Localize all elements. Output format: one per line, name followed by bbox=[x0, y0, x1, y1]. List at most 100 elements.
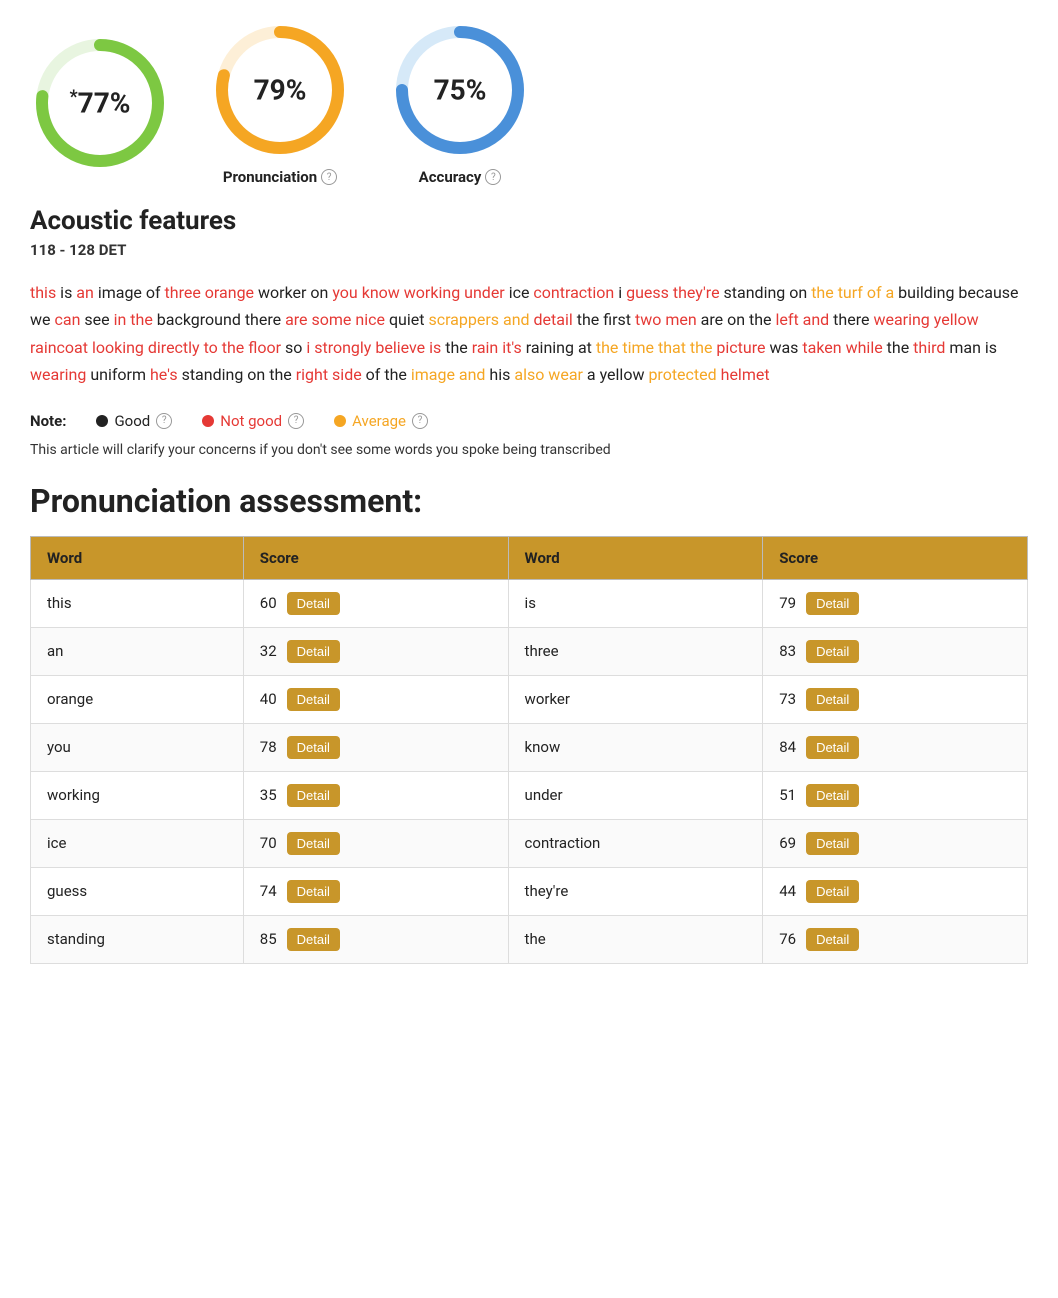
score-cell: 78 Detail bbox=[243, 723, 508, 771]
transcript-word: so bbox=[281, 338, 306, 357]
score-cell: 32 Detail bbox=[243, 627, 508, 675]
pronunciation-label: Pronunciation ? bbox=[223, 168, 337, 186]
transcript-word: a yellow bbox=[583, 365, 649, 384]
table-row: standing 85 Detail the 76 Detail bbox=[31, 915, 1028, 963]
score-value: 85 bbox=[260, 930, 277, 948]
transcript-word: also wear bbox=[514, 365, 583, 384]
transcript-word: the bbox=[441, 338, 471, 357]
word-cell: orange bbox=[31, 675, 244, 723]
transcript-text: this is an image of three orange worker … bbox=[30, 279, 1028, 388]
word-cell: know bbox=[508, 723, 763, 771]
score-value: 60 bbox=[260, 594, 277, 612]
average-info-icon[interactable]: ? bbox=[412, 413, 428, 429]
transcript-word: is bbox=[429, 338, 441, 357]
not-good-dot bbox=[202, 415, 214, 427]
col-score1: Score bbox=[243, 536, 508, 579]
detail-button[interactable]: Detail bbox=[287, 832, 340, 855]
detail-button[interactable]: Detail bbox=[287, 688, 340, 711]
score-value: 79 bbox=[779, 594, 796, 612]
pronunciation-info-icon[interactable]: ? bbox=[321, 169, 337, 185]
transcript-word: quiet bbox=[385, 310, 428, 329]
detail-button[interactable]: Detail bbox=[287, 736, 340, 759]
transcript-word: i bbox=[614, 283, 626, 302]
detail-button[interactable]: Detail bbox=[806, 832, 859, 855]
transcript-word: was bbox=[765, 338, 802, 357]
transcript-word: detail bbox=[534, 310, 573, 329]
col-word2: Word bbox=[508, 536, 763, 579]
transcript-word: orange bbox=[205, 283, 254, 302]
pronunciation-table: Word Score Word Score this 60 Detail is … bbox=[30, 536, 1028, 964]
score-value: 69 bbox=[779, 834, 796, 852]
not-good-info-icon[interactable]: ? bbox=[288, 413, 304, 429]
transcript-word: side bbox=[332, 365, 362, 384]
transcript-word: can bbox=[54, 310, 80, 329]
transcript-word: ice bbox=[505, 283, 534, 302]
score-cell: 85 Detail bbox=[243, 915, 508, 963]
detail-button[interactable]: Detail bbox=[806, 880, 859, 903]
transcript-word: left and bbox=[776, 310, 830, 329]
score-value: 83 bbox=[779, 642, 796, 660]
good-dot bbox=[96, 415, 108, 427]
score-value: 78 bbox=[260, 738, 277, 756]
table-row: an 32 Detail three 83 Detail bbox=[31, 627, 1028, 675]
detail-button[interactable]: Detail bbox=[806, 688, 859, 711]
word-cell: an bbox=[31, 627, 244, 675]
detail-button[interactable]: Detail bbox=[806, 592, 859, 615]
word-cell: they're bbox=[508, 867, 763, 915]
detail-button[interactable]: Detail bbox=[287, 592, 340, 615]
detail-button[interactable]: Detail bbox=[806, 736, 859, 759]
transcript-word: helmet bbox=[721, 365, 770, 384]
accuracy-info-icon[interactable]: ? bbox=[485, 169, 501, 185]
overall-score-container: *77% bbox=[30, 33, 170, 173]
transcript-word: rain it's bbox=[472, 338, 522, 357]
transcript-word: guess bbox=[626, 283, 669, 302]
transcript-word: worker on bbox=[254, 283, 332, 302]
detail-button[interactable]: Detail bbox=[806, 640, 859, 663]
transcript-word: uniform bbox=[86, 365, 150, 384]
score-value: 35 bbox=[260, 786, 277, 804]
word-cell: standing bbox=[31, 915, 244, 963]
transcript-word: his bbox=[485, 365, 514, 384]
score-value: 76 bbox=[779, 930, 796, 948]
pron-assessment-title: Pronunciation assessment: bbox=[30, 482, 1028, 520]
accuracy-score-value: 75% bbox=[434, 74, 487, 107]
score-cell: 73 Detail bbox=[763, 675, 1028, 723]
legend-good: Good ? bbox=[96, 412, 172, 430]
acoustic-subtitle: 118 - 128 DET bbox=[30, 241, 1028, 259]
transcript-word: picture bbox=[716, 338, 765, 357]
pronunciation-score-circle: 79% bbox=[210, 20, 350, 160]
word-cell: is bbox=[508, 579, 763, 627]
score-cell: 35 Detail bbox=[243, 771, 508, 819]
table-header-row: Word Score Word Score bbox=[31, 536, 1028, 579]
acoustic-title: Acoustic features bbox=[30, 206, 1028, 237]
detail-button[interactable]: Detail bbox=[806, 928, 859, 951]
detail-button[interactable]: Detail bbox=[287, 784, 340, 807]
accuracy-label: Accuracy ? bbox=[419, 168, 502, 186]
note-legend: Note: Good ? Not good ? Average ? bbox=[30, 412, 1028, 430]
score-cell: 69 Detail bbox=[763, 819, 1028, 867]
overall-score-circle: *77% bbox=[30, 33, 170, 173]
accuracy-score-container: 75% Accuracy ? bbox=[390, 20, 530, 186]
detail-button[interactable]: Detail bbox=[287, 640, 340, 663]
acoustic-section: Acoustic features 118 - 128 DET bbox=[30, 206, 1028, 259]
col-word1: Word bbox=[31, 536, 244, 579]
detail-button[interactable]: Detail bbox=[806, 784, 859, 807]
overall-score-value: *77% bbox=[69, 86, 130, 119]
transcript-word: he's bbox=[150, 365, 178, 384]
word-cell: the bbox=[508, 915, 763, 963]
detail-button[interactable]: Detail bbox=[287, 928, 340, 951]
word-cell: you bbox=[31, 723, 244, 771]
transcript-word: the time that the bbox=[596, 338, 713, 357]
score-cell: 60 Detail bbox=[243, 579, 508, 627]
score-cell: 76 Detail bbox=[763, 915, 1028, 963]
transcript-word: third bbox=[913, 338, 945, 357]
score-cell: 74 Detail bbox=[243, 867, 508, 915]
score-cell: 40 Detail bbox=[243, 675, 508, 723]
detail-button[interactable]: Detail bbox=[287, 880, 340, 903]
transcript-word: they're bbox=[673, 283, 720, 302]
good-info-icon[interactable]: ? bbox=[156, 413, 172, 429]
score-value: 70 bbox=[260, 834, 277, 852]
transcript-word: wearing bbox=[30, 365, 86, 384]
pronunciation-score-container: 79% Pronunciation ? bbox=[210, 20, 350, 186]
word-cell: this bbox=[31, 579, 244, 627]
